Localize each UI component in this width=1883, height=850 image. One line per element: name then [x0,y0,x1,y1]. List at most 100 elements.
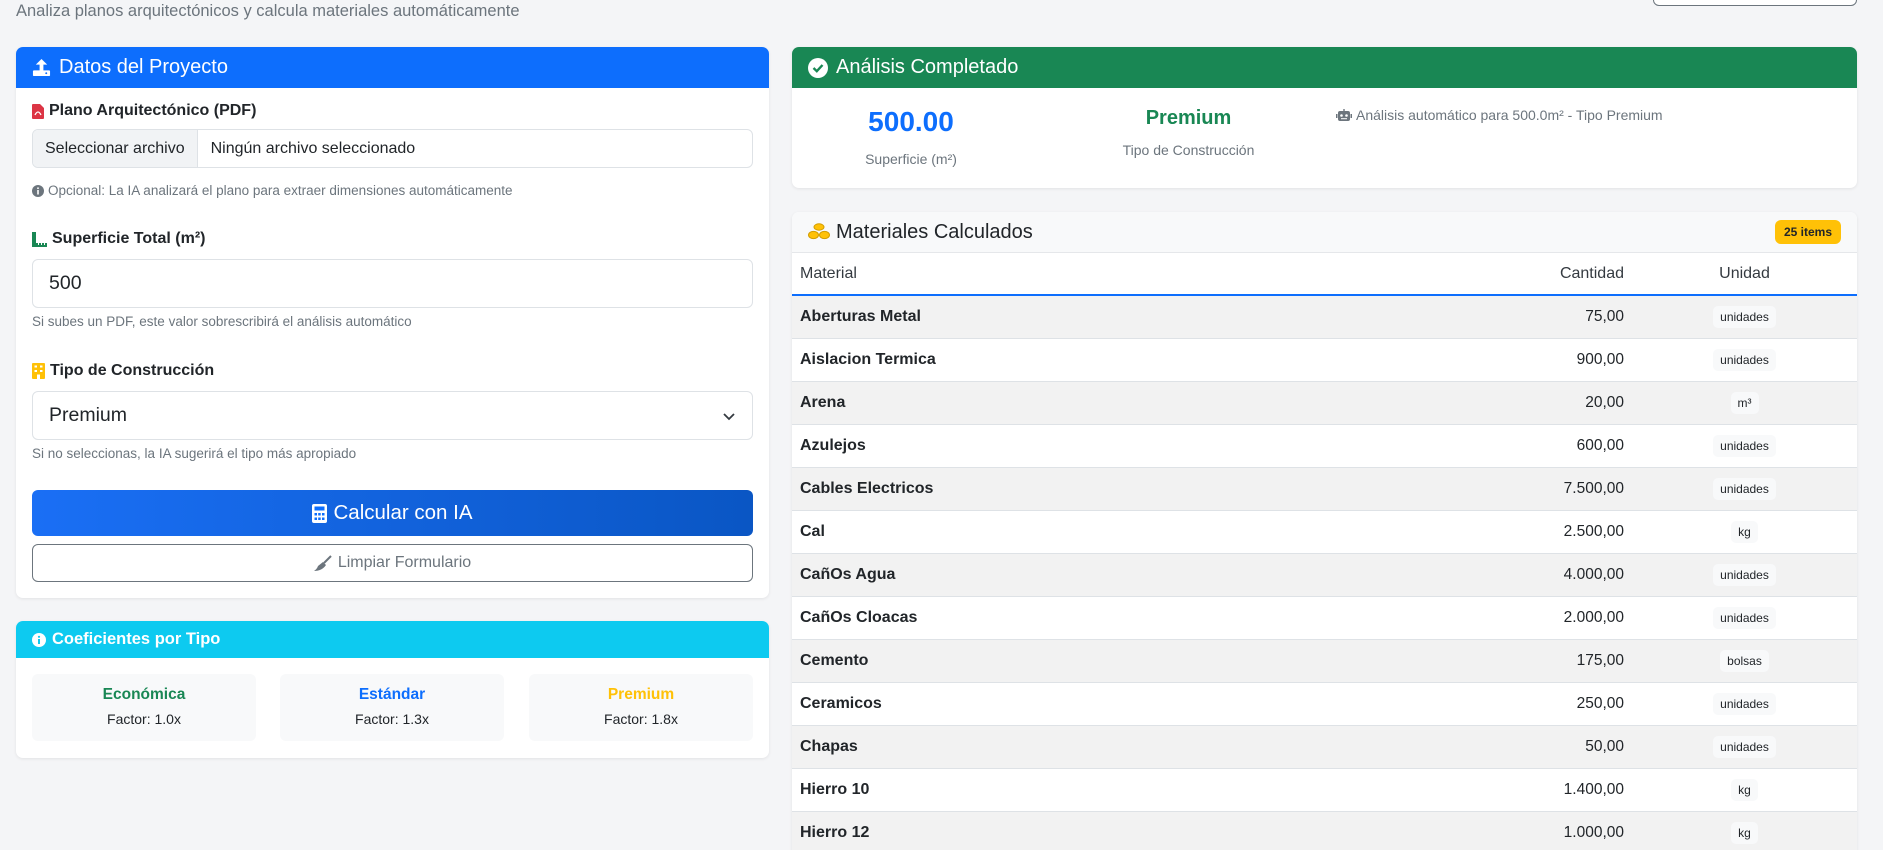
table-row: Hierro 12 1.000,00 kg [792,811,1857,850]
material-name: Cal [800,522,825,540]
material-unit-cell: unidades [1632,338,1857,381]
select-file-button[interactable]: Seleccionar archivo [33,130,198,167]
coef-economica: Económica Factor: 1.0x [32,674,256,741]
clear-form-button[interactable]: Limpiar Formulario [32,544,753,582]
broom-icon [313,555,332,571]
table-row: Aislacion Termica 900,00 unidades [792,338,1857,381]
column-header-unidad[interactable]: Unidad [1632,253,1857,296]
material-quantity: 600,00 [1576,436,1624,454]
surface-label: Superficie (m²) [865,151,957,167]
material-quantity: 7.500,00 [1563,479,1624,497]
table-row: Ceramicos 250,00 unidades [792,682,1857,725]
materials-table: Material Cantidad Unidad Aberturas Metal… [792,253,1857,850]
material-unit-cell: unidades [1632,682,1857,725]
unit-badge: unidades [1713,735,1776,758]
robot-icon [1336,108,1352,121]
material-name: Chapas [800,737,858,755]
table-row: Cables Electricos 7.500,00 unidades [792,467,1857,510]
material-quantity: 2.500,00 [1563,522,1624,540]
analysis-note: Análisis automático para 500.0m² - Tipo … [1336,107,1663,123]
material-quantity: 175,00 [1576,651,1624,669]
table-row: CañOs Agua 4.000,00 unidades [792,553,1857,596]
material-name: Aislacion Termica [800,350,936,368]
table-row: Azulejos 600,00 unidades [792,424,1857,467]
construction-type-select[interactable]: Premium [32,391,753,440]
chevron-down-icon [723,413,735,421]
coef-factor: Factor: 1.8x [604,711,678,727]
unit-badge: unidades [1713,348,1776,371]
file-status: Ningún archivo seleccionado [210,139,416,157]
coef-factor: Factor: 1.0x [107,711,181,727]
check-circle-icon [808,57,828,78]
material-unit-cell: unidades [1632,467,1857,510]
info-circle-icon [32,632,46,647]
coefficients-title: Coeficientes por Tipo [52,630,221,648]
material-quantity: 20,00 [1585,393,1624,411]
materials-table-body: Aberturas Metal 75,00 unidades Aislacion Te… [792,295,1857,850]
area-label: Superficie Total (m²) [32,230,206,248]
material-name: Azulejos [800,436,866,454]
type-label-text: Tipo de Construcción [50,362,215,379]
material-quantity: 1.000,00 [1563,823,1624,841]
material-quantity: 50,00 [1585,737,1624,755]
unit-badge: unidades [1713,563,1776,586]
table-row: Cemento 175,00 bolsas [792,639,1857,682]
project-data-header: Datos del Proyecto [16,47,769,88]
table-row: Cal 2.500,00 kg [792,510,1857,553]
items-count-badge: 25 items [1774,220,1841,244]
material-unit-cell: unidades [1632,553,1857,596]
coef-premium: Premium Factor: 1.8x [529,674,753,741]
unit-badge: unidades [1713,606,1776,629]
materials-title: Materiales Calculados [836,220,1033,243]
material-quantity: 2.000,00 [1563,608,1624,626]
material-unit-cell: kg [1632,811,1857,850]
unit-badge: unidades [1713,692,1776,715]
file-pdf-icon [32,103,44,119]
calculator-icon [312,503,328,523]
app-subtitle: Analiza planos arquitectónicos y calcula… [16,2,520,20]
table-row: Hierro 10 1.400,00 kg [792,768,1857,811]
ruler-icon [32,231,47,247]
material-quantity: 1.400,00 [1563,780,1624,798]
pdf-label-text: Plano Arquitectónico (PDF) [49,102,257,119]
material-name: Ceramicos [800,694,882,712]
coef-factor: Factor: 1.3x [355,711,429,727]
material-unit-cell: unidades [1632,725,1857,768]
table-row: Chapas 50,00 unidades [792,725,1857,768]
table-row: Aberturas Metal 75,00 unidades [792,295,1857,338]
analysis-note-text: Análisis automático para 500.0m² - Tipo … [1356,107,1663,123]
material-quantity: 250,00 [1576,694,1624,712]
type-label: Tipo de Construcción [32,362,214,380]
surface-value: 500.00 [868,106,954,137]
coef-name: Económica [102,686,186,703]
column-header-cantidad[interactable]: Cantidad [1472,253,1632,296]
material-unit-cell: unidades [1632,295,1857,338]
unit-badge: bolsas [1720,649,1769,672]
pdf-file-input[interactable]: Seleccionar archivo Ningún archivo selec… [32,129,753,168]
calculate-button[interactable]: Calcular con IA [32,490,753,536]
material-unit-cell: unidades [1632,424,1857,467]
clear-form-label: Limpiar Formulario [337,554,472,571]
material-name: Arena [800,393,846,411]
coef-name: Estándar [358,686,426,703]
header-action-button[interactable] [1653,0,1857,6]
materials-card: Materiales Calculados 25 items Material … [792,212,1857,850]
project-data-title: Datos del Proyecto [59,56,228,78]
analysis-header: Análisis Completado [792,47,1857,88]
material-unit-cell: kg [1632,510,1857,553]
coefficients-card: Coeficientes por Tipo Económica Factor: … [16,621,769,758]
construction-type-value: Premium [49,404,128,426]
unit-badge: kg [1731,520,1758,543]
pdf-help-text: Opcional: La IA analizará el plano para … [48,183,513,198]
material-unit-cell: unidades [1632,596,1857,639]
upload-icon [32,58,51,77]
area-help: Si subes un PDF, este valor sobrescribir… [32,314,412,329]
coins-icon [808,223,830,240]
material-name: CañOs Agua [800,565,896,583]
info-circle-icon [32,184,44,197]
column-header-material[interactable]: Material [792,253,1472,296]
material-quantity: 4.000,00 [1563,565,1624,583]
unit-badge: unidades [1713,305,1776,328]
area-label-text: Superficie Total (m²) [52,230,206,247]
area-input[interactable]: 500 [32,259,753,308]
